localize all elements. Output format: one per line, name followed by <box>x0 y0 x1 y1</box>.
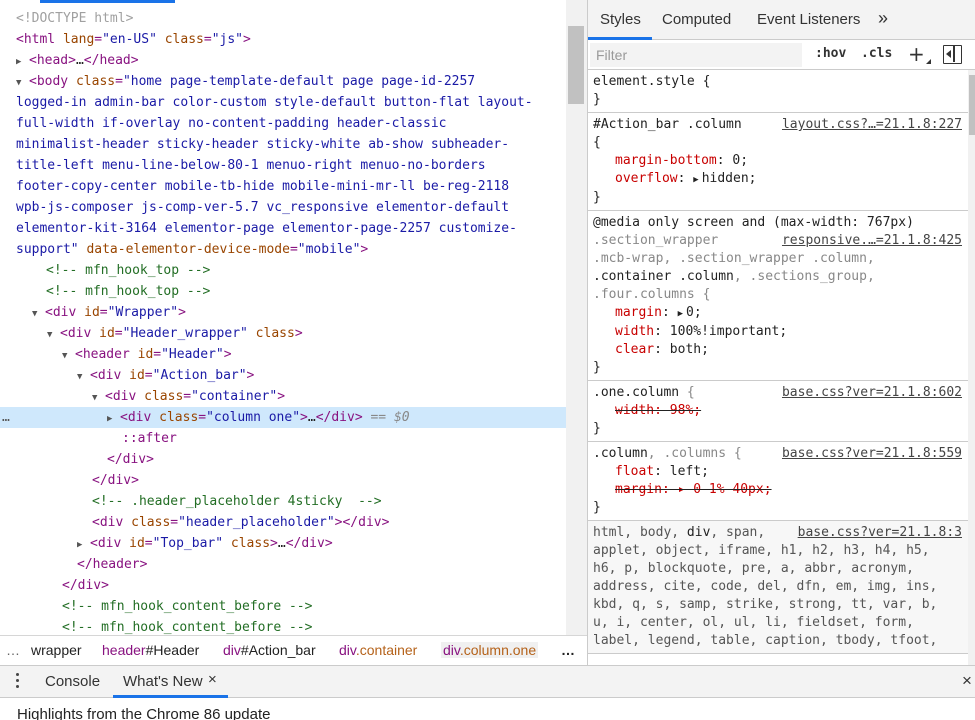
drawer-tabbar: Console What's New × × <box>0 666 975 698</box>
rule-column-columns[interactable]: .column, .columns {base.css?ver=21.1.8:5… <box>588 442 968 521</box>
expand-triangle-icon[interactable]: ▶ <box>77 535 90 556</box>
class-toggle-button[interactable]: .cls <box>861 46 892 61</box>
breadcrumb-scroll-right[interactable]: … <box>561 642 575 658</box>
drawer: Console What's New × × Highlights from t… <box>0 665 975 720</box>
declaration[interactable]: clear: both; <box>593 341 968 359</box>
breadcrumb-item-header[interactable]: header#Header <box>102 642 199 658</box>
breadcrumb: … wrapper header#Header div#Action_bar d… <box>0 635 587 665</box>
sidebar-toggle-icon[interactable] <box>943 45 962 64</box>
dom-line-header-placeholder[interactable]: <div class="header_placeholder"></div> <box>0 512 567 533</box>
rule-source-link[interactable]: layout.css?…=21.1.8:227 <box>782 116 962 134</box>
drawer-close-icon[interactable]: × <box>962 671 972 691</box>
declaration[interactable]: margin-bottom: 0; <box>593 152 968 170</box>
dom-line-header[interactable]: ▼ <header id="Header"> <box>0 344 567 365</box>
collapse-triangle-icon[interactable]: ▼ <box>62 346 75 367</box>
more-tabs-icon[interactable]: » <box>878 8 888 29</box>
active-tab-underline <box>113 695 228 698</box>
styles-scrollbar[interactable] <box>968 70 975 665</box>
scrollbar-thumb[interactable] <box>568 26 584 104</box>
declaration[interactable]: float: left; <box>593 463 968 481</box>
tab-whats-new[interactable]: What's New <box>123 673 203 690</box>
dom-line-comment[interactable]: <!-- mfn_hook_content_before --> <box>0 617 567 635</box>
collapse-triangle-icon[interactable]: ▼ <box>47 325 60 346</box>
rule-action-bar-column[interactable]: #Action_bar .column layout.css?…=21.1.8:2… <box>588 113 968 211</box>
styles-panel: Styles Computed Event Listeners » Filter… <box>587 0 975 665</box>
style-rules: element.style { } #Action_bar .column lay… <box>588 70 968 665</box>
hover-state-button[interactable]: :hov <box>815 46 846 61</box>
dom-line-comment[interactable]: <!-- mfn_hook_content_before --> <box>0 596 567 617</box>
close-icon[interactable]: × <box>208 671 217 688</box>
dom-line-html[interactable]: <html lang="en-US" class="js"> <box>0 29 567 50</box>
rule-media-section-wrapper[interactable]: @media only screen and (max-width: 767px… <box>588 211 968 381</box>
expand-triangle-icon[interactable]: ▶ <box>678 305 683 323</box>
collapse-triangle-icon[interactable]: ▼ <box>16 73 29 94</box>
dom-line-doctype[interactable]: <!DOCTYPE html> <box>0 8 567 29</box>
dom-line-selected-column-one[interactable]: … ▶ <div class="column one">…</div> == $0 <box>0 407 567 428</box>
overridden-declaration[interactable]: margin: ▸ 0 1% 40px; <box>593 481 968 499</box>
rule-element-style[interactable]: element.style { } <box>588 70 968 113</box>
dom-line-wrapper[interactable]: ▼ <div id="Wrapper"> <box>0 302 567 323</box>
dom-line-body[interactable]: ▼ <body class="home page-template-default… <box>0 71 567 92</box>
expand-triangle-icon[interactable]: ▶ <box>693 171 698 189</box>
dom-line-close-div[interactable]: </div> <box>0 449 567 470</box>
dom-line-close-header[interactable]: </header> <box>0 554 567 575</box>
overridden-declaration[interactable]: width: 98%; <box>593 402 968 420</box>
dom-line-body-cont: logged-in admin-bar color-custom style-d… <box>16 95 533 110</box>
kebab-menu-icon[interactable] <box>14 671 20 691</box>
breadcrumb-item-column-one[interactable]: div.column.one <box>441 642 539 658</box>
expand-triangle-icon[interactable]: ▶ <box>16 52 29 73</box>
rule-source-link[interactable]: base.css?ver=21.1.8:559 <box>782 445 962 463</box>
rule-source-link[interactable]: base.css?ver=21.1.8:3 <box>798 524 962 542</box>
collapse-triangle-icon[interactable]: ▼ <box>32 304 45 325</box>
dom-line-body-cont: full-width if-overlay no-content-padding… <box>16 116 447 131</box>
active-tab-indicator <box>40 0 175 3</box>
expand-triangle-icon[interactable]: ▶ <box>107 409 120 430</box>
declaration[interactable]: margin: ▶ 0; <box>593 304 968 323</box>
scrollbar-thumb[interactable] <box>969 75 975 135</box>
dom-line-comment[interactable]: <!-- .header_placeholder 4sticky --> <box>0 491 567 512</box>
more-options-dots[interactable]: … <box>2 407 11 428</box>
breadcrumb-item-wrapper[interactable]: wrapper <box>31 642 82 658</box>
dom-line-body-cont: support" data-elementor-device-mode="mob… <box>16 242 369 257</box>
dom-tree: <!DOCTYPE html> <html lang="en-US" class… <box>0 8 567 635</box>
styles-tabbar: Styles Computed Event Listeners » <box>588 0 975 40</box>
dom-line-head[interactable]: ▶ <head>…</head> <box>0 50 567 71</box>
rule-one-column[interactable]: .one.column {base.css?ver=21.1.8:602 wid… <box>588 381 968 442</box>
dom-tree-scrollbar[interactable] <box>566 0 587 635</box>
rule-base-reset[interactable]: html, body, div, span, base.css?ver=21.1.… <box>588 521 968 654</box>
breadcrumb-scroll-left[interactable]: … <box>6 642 20 658</box>
dom-line-close-div[interactable]: </div> <box>0 575 567 596</box>
dom-line-action-bar[interactable]: ▼ <div id="Action_bar"> <box>0 365 567 386</box>
dom-line-body-cont: wpb-js-composer js-comp-ver-5.7 vc_respo… <box>16 200 510 215</box>
dom-line-header-wrapper[interactable]: ▼ <div id="Header_wrapper" class> <box>0 323 567 344</box>
dom-line-top-bar[interactable]: ▶ <div id="Top_bar" class>…</div> <box>0 533 567 554</box>
dom-line-body-cont: title-left menu-line-below-80-1 menuo-ri… <box>16 158 486 173</box>
breadcrumb-item-action-bar[interactable]: div#Action_bar <box>223 642 316 658</box>
plus-corner-icon <box>926 59 931 64</box>
tab-computed[interactable]: Computed <box>662 11 731 28</box>
dom-line-body-cont: elementor-kit-3164 elementor-page elemen… <box>16 221 517 236</box>
filter-bar: Filter :hov .cls + <box>588 40 975 70</box>
rule-source-link[interactable]: responsive.…=21.1.8:425 <box>782 232 962 250</box>
rule-source-link[interactable]: base.css?ver=21.1.8:602 <box>782 384 962 402</box>
tab-console[interactable]: Console <box>45 673 100 690</box>
dom-line-comment[interactable]: <!-- mfn_hook_top --> <box>0 281 567 302</box>
collapse-triangle-icon[interactable]: ▼ <box>77 367 90 388</box>
whats-new-content: Highlights from the Chrome 86 update <box>17 706 271 720</box>
tab-event-listeners[interactable]: Event Listeners <box>757 11 860 28</box>
dom-line-comment[interactable]: <!-- mfn_hook_top --> <box>0 260 567 281</box>
dom-line-container[interactable]: ▼ <div class="container"> <box>0 386 567 407</box>
collapse-triangle-icon[interactable]: ▼ <box>92 388 105 409</box>
filter-input[interactable]: Filter <box>590 43 802 67</box>
declaration[interactable]: overflow: ▶ hidden; <box>593 170 968 189</box>
new-style-rule-icon[interactable]: + <box>908 42 925 66</box>
breadcrumb-item-container[interactable]: div.container <box>339 642 417 658</box>
dom-line-close-div[interactable]: </div> <box>0 470 567 491</box>
dom-line-body-cont: minimalist-header sticky-header sticky-w… <box>16 137 510 152</box>
elements-panel: <!DOCTYPE html> <html lang="en-US" class… <box>0 0 587 635</box>
tab-styles[interactable]: Styles <box>600 11 641 28</box>
dom-line-after[interactable]: ::after <box>0 428 567 449</box>
declaration[interactable]: width: 100%!important; <box>593 323 968 341</box>
dom-line-body-cont: footer-copy-center mobile-tb-hide mobile… <box>16 179 510 194</box>
